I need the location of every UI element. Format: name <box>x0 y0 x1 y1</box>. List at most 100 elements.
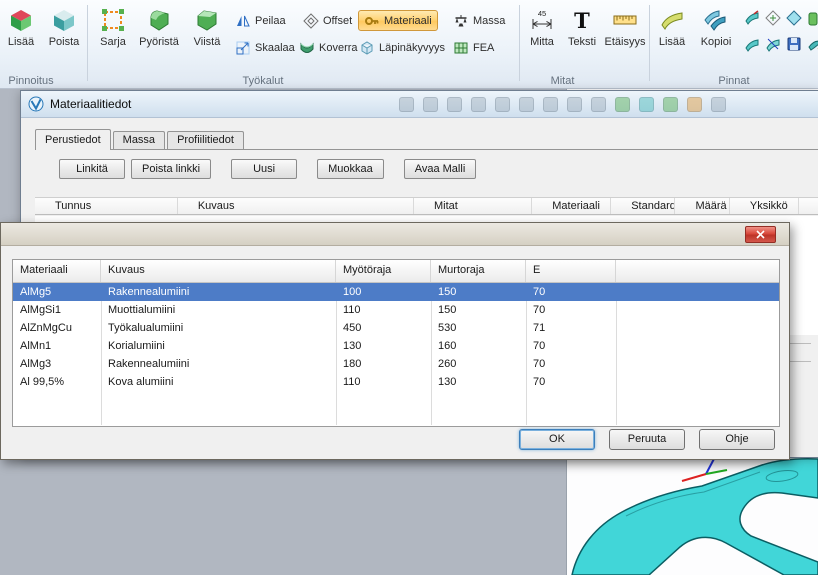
text-icon: T <box>569 7 595 33</box>
link-button[interactable]: Linkitä <box>59 159 125 179</box>
cell: 70 <box>526 355 616 373</box>
close-button[interactable] <box>745 226 776 243</box>
remove-link-button[interactable]: Poista linkki <box>131 159 211 179</box>
pattern-button[interactable]: Sarja <box>90 3 136 48</box>
surface-icon <box>659 7 685 33</box>
column-header-kuvaus[interactable]: Kuvaus <box>101 260 336 282</box>
text-button[interactable]: T Teksti <box>562 3 602 48</box>
button-label: Teksti <box>568 36 596 48</box>
button-label: Massa <box>473 15 505 27</box>
table-row-selected[interactable]: AlMg5 Rakennealumiini 100 150 70 <box>13 283 779 301</box>
pattern-icon <box>100 7 126 33</box>
group-label: Mitat <box>520 75 605 87</box>
column-header-murtoraja[interactable]: Murtoraja <box>431 260 526 282</box>
column-header-myotoraja[interactable]: Myötöraja <box>336 260 431 282</box>
material-key-icon <box>364 13 380 29</box>
mirror-button[interactable]: Peilaa <box>230 10 291 31</box>
transparency-button[interactable]: Läpinäkyvyys <box>354 37 450 58</box>
ribbon-group-mitat: 45 Mitta T Teksti Etäisyys Mitat <box>520 0 650 88</box>
transparent-cube-icon <box>359 40 375 56</box>
surface-tool-offset-button[interactable] <box>763 8 782 27</box>
cell: AlMgSi1 <box>13 301 101 319</box>
table-row[interactable]: AlMgSi1 Muottialumiini 110 150 70 <box>13 301 779 319</box>
dialog-titlebar[interactable] <box>1 223 789 246</box>
chamfer-icon <box>194 7 220 33</box>
fea-button[interactable]: FEA <box>448 37 499 58</box>
button-label: Skaalaa <box>255 42 295 54</box>
column-header-e[interactable]: E <box>526 260 616 282</box>
table-row[interactable]: Al 99,5% Kova alumiini 110 130 70 <box>13 373 779 391</box>
distance-button[interactable]: Etäisyys <box>602 3 648 48</box>
cell: 110 <box>336 373 431 391</box>
cell: AlMn1 <box>13 337 101 355</box>
dimension-icon: 45 <box>529 7 555 33</box>
mass-button[interactable]: Massa <box>448 10 510 31</box>
column-header-materiaali[interactable]: Materiaali <box>532 198 611 214</box>
hollow-shell-icon <box>299 40 315 56</box>
column-header-kuvaus[interactable]: Kuvaus <box>178 198 414 214</box>
column-header-materiaali[interactable]: Materiaali <box>13 260 101 282</box>
surface-tool-join-button[interactable] <box>742 34 761 53</box>
window-title: Materiaalitiedot <box>50 97 131 111</box>
ribbon-group-pinnat: Lisää Kopioi Pinnat <box>650 0 818 88</box>
dimension-button[interactable]: 45 Mitta <box>522 3 562 48</box>
cell: 130 <box>431 373 526 391</box>
column-header-tunnus[interactable]: Tunnus <box>35 198 178 214</box>
cancel-button[interactable]: Peruuta <box>609 429 685 450</box>
ghost-icon <box>615 97 630 112</box>
ribbon-group-pinnoitus: Lisää Poista Pinnoitus <box>0 0 88 88</box>
cell: 71 <box>526 319 616 337</box>
button-label: Koverra <box>319 42 358 54</box>
copy-surface-button[interactable]: Kopioi <box>694 3 738 48</box>
remove-solid-icon <box>51 7 77 33</box>
cell: Työkalualumiini <box>101 319 336 337</box>
cell: AlMg3 <box>13 355 101 373</box>
ok-button[interactable]: OK <box>519 429 595 450</box>
window-titlebar[interactable]: Materiaalitiedot <box>21 91 818 118</box>
ghost-icon <box>447 97 462 112</box>
chamfer-button[interactable]: Viistä <box>184 3 230 48</box>
ghost-icon <box>663 97 678 112</box>
table-row[interactable]: AlMg3 Rakennealumiini 180 260 70 <box>13 355 779 373</box>
save-surface-button[interactable] <box>784 34 803 53</box>
material-button-active[interactable]: Materiaali <box>358 10 438 31</box>
open-model-button[interactable]: Avaa Malli <box>404 159 477 179</box>
table-row[interactable]: AlMn1 Korialumiini 130 160 70 <box>13 337 779 355</box>
material-list-header: Tunnus Kuvaus Mitat Materiaali Standardi… <box>35 197 818 215</box>
ghost-icon <box>591 97 606 112</box>
column-header-yksikko[interactable]: Yksikkö <box>730 198 799 214</box>
column-header-standardi[interactable]: Standardi <box>611 198 675 214</box>
cell: Rakennealumiini <box>101 283 336 301</box>
tab-massa[interactable]: Massa <box>113 131 165 149</box>
tab-profiilitiedot[interactable]: Profiilitiedot <box>167 131 244 149</box>
cell: 450 <box>336 319 431 337</box>
fillet-button[interactable]: Pyöristä <box>136 3 182 48</box>
group-label: Pinnat <box>650 75 818 87</box>
add-surface-button[interactable]: Lisää <box>652 3 692 48</box>
table-row[interactable]: AlZnMgCu Työkalualumiini 450 530 71 <box>13 319 779 337</box>
remove-coating-button[interactable]: Poista <box>43 3 85 48</box>
column-header-maara[interactable]: Määrä <box>675 198 729 214</box>
surface-tool-split-button[interactable] <box>763 34 782 53</box>
column-header-mitat[interactable]: Mitat <box>414 198 532 214</box>
help-button[interactable]: Ohje <box>699 429 775 450</box>
surface-tool-trim-button[interactable] <box>784 8 803 27</box>
mirror-icon <box>235 13 251 29</box>
surface-tool-patch-button[interactable] <box>805 34 818 53</box>
edit-button[interactable]: Muokkaa <box>317 159 384 179</box>
scale-button[interactable]: Skaalaa <box>230 37 300 58</box>
new-button[interactable]: Uusi <box>231 159 297 179</box>
cell: Muottialumiini <box>101 301 336 319</box>
column-header-filler <box>616 260 779 282</box>
material-table: Materiaali Kuvaus Myötöraja Murtoraja E … <box>12 259 780 427</box>
surface-tool-move-button[interactable] <box>742 8 761 27</box>
hollow-button[interactable]: Koverra <box>294 37 363 58</box>
button-label: Viistä <box>194 36 221 48</box>
add-solid-icon <box>8 7 34 33</box>
surface-tool-extend-button[interactable] <box>805 8 818 27</box>
dialog-button-row: OK Peruuta Ohje <box>519 429 775 450</box>
tab-perustiedot[interactable]: Perustiedot <box>35 129 111 150</box>
add-coating-button[interactable]: Lisää <box>0 3 42 48</box>
cell: AlMg5 <box>13 283 101 301</box>
offset-button[interactable]: Offset <box>298 10 357 31</box>
